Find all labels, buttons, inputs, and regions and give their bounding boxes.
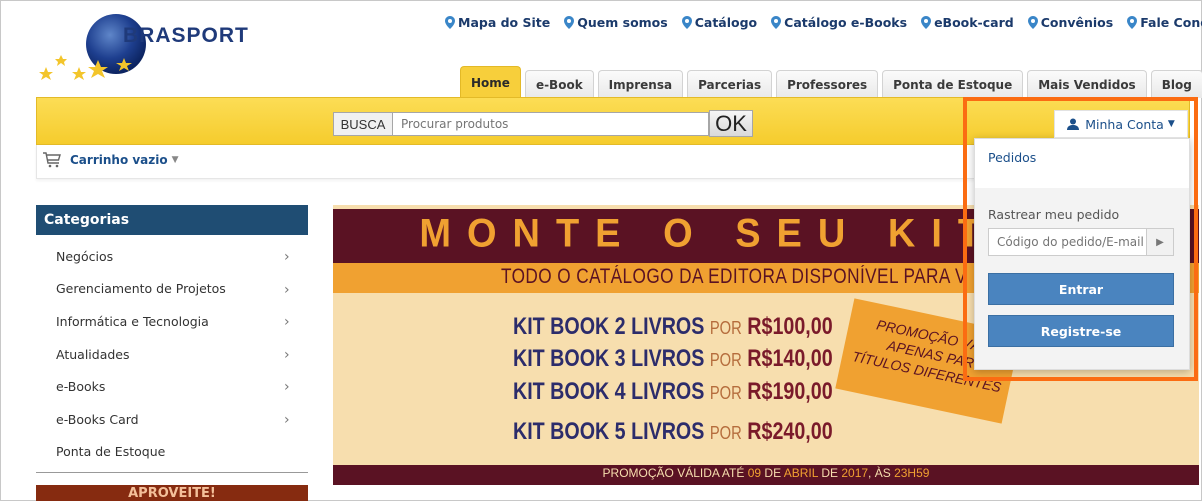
top-link-catalogo[interactable]: Catálogo [681,15,758,30]
tab-ponta-de-estoque[interactable]: Ponta de Estoque [882,70,1024,98]
tab-home[interactable]: Home [460,66,521,98]
caret-down-icon: ▼ [171,155,179,165]
banner-offer-line: KIT BOOK 5 LIVROS POR R$240,00 [513,418,833,446]
top-link-label: Mapa do Site [458,15,551,30]
footer-month: ABRIL [783,466,818,480]
tab-blog[interactable]: Blog [1150,70,1202,98]
offer-price: R$240,00 [747,418,833,445]
tab-parcerias[interactable]: Parcerias [687,70,773,98]
category-label: e-Books Card [56,411,139,427]
top-link-label: Catálogo e-Books [784,15,908,30]
category-item-ponta-de-estoque[interactable]: Ponta de Estoque [36,436,308,469]
top-link-quem-somos[interactable]: Quem somos [564,15,668,30]
map-pin-icon [445,16,455,29]
logo-text: BRASPORT [123,24,249,47]
chevron-right-icon: › [284,379,290,396]
cart-label: Carrinho vazio [70,153,168,167]
top-link-label: Fale Conosco [1140,15,1202,30]
top-link-convenios[interactable]: Convênios [1027,15,1114,30]
category-item-ebooks-card[interactable]: e-Books Card › [36,403,308,436]
footer-year: 2017 [841,466,869,480]
banner-subtitle: TODO O CATÁLOGO DA EDITORA DISPONÍVEL PA… [501,265,967,288]
cart-icon [43,152,61,168]
category-item-gerenciamento[interactable]: Gerenciamento de Projetos › [36,273,308,306]
search-ok-button[interactable]: OK [709,110,753,137]
cart-button[interactable]: Carrinho vazio ▼ [42,152,179,168]
footer-text: DE [761,466,784,480]
category-label: Atualidades [56,346,130,362]
search-label: BUSCA [333,112,393,136]
offer-por: POR [709,350,742,370]
category-label: Informática e Tecnologia [56,313,209,329]
chevron-right-icon: › [284,346,290,363]
category-label: e-Books [56,379,106,395]
banner-offer-line: KIT BOOK 3 LIVROS POR R$140,00 [513,345,833,373]
top-link-label: Catálogo [694,15,758,30]
top-link-mapa-do-site[interactable]: Mapa do Site [445,15,550,30]
top-link-label: Convênios [1040,15,1114,30]
map-pin-icon [1127,16,1138,29]
category-item-ebooks[interactable]: e-Books › [36,370,308,403]
top-link-catalogo-ebooks[interactable]: Catálogo e-Books [771,15,907,30]
top-link-ebook-card[interactable]: eBook-card [921,15,1014,30]
category-item-informatica[interactable]: Informática e Tecnologia › [36,305,308,338]
highlight-box [963,97,1198,381]
categories-title: Categorias [36,205,308,235]
chevron-right-icon: › [284,281,290,298]
footer-day: 09 [747,466,762,480]
category-label: Negócios [56,248,114,264]
offer-label: KIT BOOK 3 LIVROS [513,345,705,372]
tab-mais-vendidos[interactable]: Mais Vendidos [1027,70,1147,98]
banner-offer-line: KIT BOOK 4 LIVROS POR R$190,00 [513,378,833,406]
top-links-nav: Mapa do Site Quem somos Catálogo Catálog… [445,15,1202,30]
offer-label: KIT BOOK 2 LIVROS [513,313,705,340]
footer-time: 23H59 [894,466,930,480]
category-label: Gerenciamento de Projetos [56,281,226,297]
offer-price: R$100,00 [747,313,833,340]
tab-professores[interactable]: Professores [776,70,879,98]
footer-text: PROMOÇÃO VÁLIDA ATÉ [602,466,748,480]
map-pin-icon [1027,16,1038,29]
sidebar-divider [36,472,308,473]
top-link-fale-conosco[interactable]: Fale Conosco [1127,15,1202,30]
chevron-right-icon: › [284,314,290,331]
top-link-label: Quem somos [577,15,668,30]
main-tabs: Home e-Book Imprensa Parcerias Professor… [460,66,1202,98]
map-pin-icon [771,16,782,29]
offer-price: R$190,00 [747,378,833,405]
search-input[interactable] [393,112,709,136]
map-pin-icon [921,16,932,29]
footer-text: DE [818,466,842,480]
offer-label: KIT BOOK 4 LIVROS [513,378,705,405]
categories-list: Negócios › Gerenciamento de Projetos › I… [36,240,308,468]
map-pin-icon [564,16,575,29]
offer-por: POR [709,383,742,403]
tab-ebook[interactable]: e-Book [524,70,594,98]
offer-price: R$140,00 [747,345,833,372]
top-link-label: eBook-card [934,15,1014,30]
chevron-right-icon: › [284,411,290,428]
offer-por: POR [709,423,742,443]
map-pin-icon [681,16,692,29]
category-item-negocios[interactable]: Negócios › [36,240,308,273]
footer-text: , ÀS [868,466,895,480]
offer-por: POR [709,318,742,338]
sidebar-promo-header: APROVEITE! [36,485,308,501]
offer-label: KIT BOOK 5 LIVROS [513,418,705,445]
banner-offer-line: KIT BOOK 2 LIVROS POR R$100,00 [513,313,833,341]
banner-footer-text: PROMOÇÃO VÁLIDA ATÉ 09 DE ABRIL DE 2017,… [333,466,1199,480]
category-item-atualidades[interactable]: Atualidades › [36,338,308,371]
tab-imprensa[interactable]: Imprensa [597,70,684,98]
category-label: Ponta de Estoque [56,444,166,460]
chevron-right-icon: › [284,249,290,265]
